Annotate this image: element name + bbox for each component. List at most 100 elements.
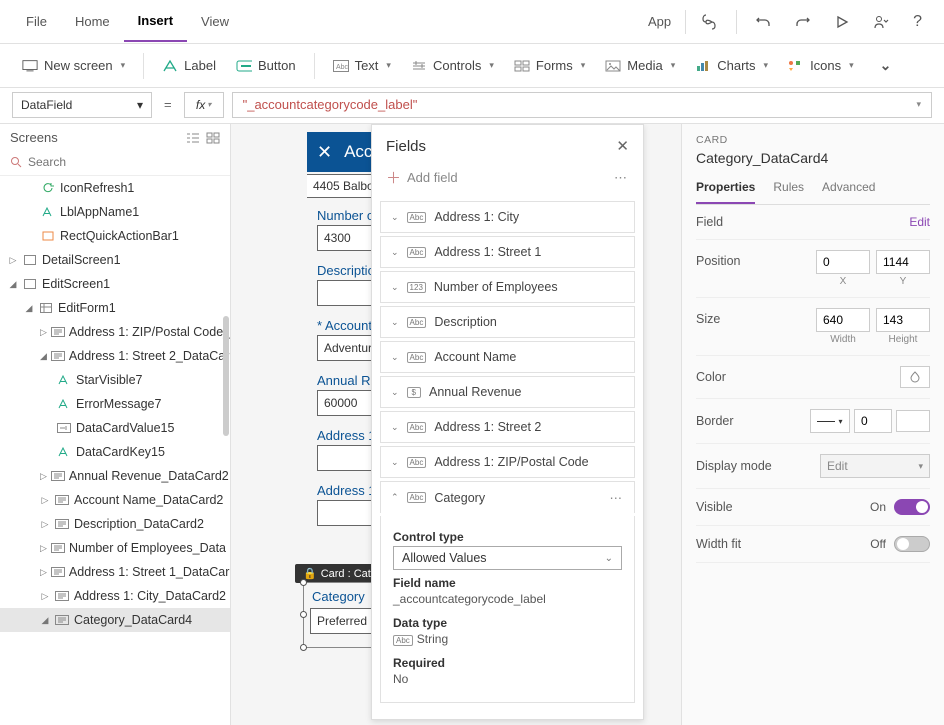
tree-item[interactable]: StarVisible7: [0, 368, 230, 392]
size-width-input[interactable]: [816, 308, 870, 332]
tab-advanced[interactable]: Advanced: [822, 176, 875, 204]
size-height-input[interactable]: [876, 308, 930, 332]
border-width-input[interactable]: [854, 409, 892, 433]
tree-item-card[interactable]: ▷Account Name_DataCard2: [0, 488, 230, 512]
canvas[interactable]: ✕ Acco 4405 Balbo Number of 4300Descript…: [231, 124, 681, 725]
field-item[interactable]: ⌄AbcAddress 1: City: [380, 201, 635, 233]
tree-item-screen[interactable]: ◢EditScreen1: [0, 272, 230, 296]
forms-label: Forms: [536, 58, 573, 73]
controls-label: Controls: [433, 58, 481, 73]
tree-item-card[interactable]: ▷Address 1: ZIP/Postal Code_: [0, 320, 230, 344]
property-selector[interactable]: DataField ▾: [12, 92, 152, 118]
tree-item[interactable]: ErrorMessage7: [0, 392, 230, 416]
close-icon[interactable]: ✕: [616, 137, 629, 155]
field-item[interactable]: ⌄AbcAddress 1: Street 1: [380, 236, 635, 268]
visible-toggle[interactable]: [894, 499, 930, 515]
ribbon-overflow[interactable]: ⌄: [870, 51, 902, 80]
display-mode-select[interactable]: Edit▾: [820, 454, 930, 478]
app-label[interactable]: App: [638, 8, 681, 35]
forms-dropdown[interactable]: Forms ▾: [504, 52, 595, 80]
media-dropdown[interactable]: Media ▾: [595, 52, 685, 80]
data-type-label: Data type: [393, 616, 622, 630]
tree-item[interactable]: LblAppName1: [0, 200, 230, 224]
chevron-down-icon: ⌄: [880, 57, 892, 74]
border-color-swatch[interactable]: [896, 410, 930, 432]
tree-item-card[interactable]: ▷Number of Employees_Data: [0, 536, 230, 560]
resize-handle[interactable]: [300, 611, 307, 618]
play-icon[interactable]: [825, 9, 859, 35]
label-button[interactable]: Label: [152, 52, 226, 80]
tree-item-card[interactable]: ▷Address 1: Street 1_DataCar: [0, 560, 230, 584]
tree-item-form[interactable]: ◢EditForm1: [0, 296, 230, 320]
charts-icon: [695, 58, 711, 74]
more-icon[interactable]: ⋯: [610, 490, 625, 505]
tree-item-screen[interactable]: ▷DetailScreen1: [0, 248, 230, 272]
help-icon[interactable]: ?: [903, 7, 932, 37]
chevron-right-icon: ▷: [40, 327, 47, 338]
menu-file[interactable]: File: [12, 2, 61, 41]
field-item-label: Account Name: [434, 350, 516, 364]
button-button[interactable]: Button: [226, 52, 306, 80]
icons-dropdown[interactable]: Icons ▾: [778, 52, 864, 80]
equals-sign: =: [160, 97, 176, 112]
field-item[interactable]: ⌄AbcAddress 1: Street 2: [380, 411, 635, 443]
control-type-dropdown[interactable]: Allowed Values ⌄: [393, 546, 622, 570]
tree-item-card[interactable]: ▷Annual Revenue_DataCard2: [0, 464, 230, 488]
tree-item[interactable]: DataCardKey15: [0, 440, 230, 464]
screens-search[interactable]: [0, 151, 230, 176]
thumbnail-view-icon[interactable]: [206, 132, 220, 144]
color-swatch[interactable]: [900, 366, 930, 388]
tree-item-card[interactable]: ▷Description_DataCard2: [0, 512, 230, 536]
position-y-input[interactable]: [876, 250, 930, 274]
chevron-down-icon: ⌄: [391, 352, 399, 363]
display-mode-label: Display mode: [696, 459, 772, 473]
undo-icon[interactable]: [745, 8, 781, 36]
border-style-dropdown[interactable]: ▾: [810, 409, 850, 433]
widthfit-toggle[interactable]: [894, 536, 930, 552]
label-icon: [56, 397, 72, 411]
type-badge: Abc: [407, 422, 427, 433]
more-icon[interactable]: ⋯: [614, 170, 629, 186]
redo-icon[interactable]: [785, 8, 821, 36]
field-item[interactable]: ⌄$Annual Revenue: [380, 376, 635, 408]
field-edit-link[interactable]: Edit: [909, 215, 930, 229]
tree-item[interactable]: DataCardValue15: [0, 416, 230, 440]
add-field-button[interactable]: ＋Add field: [386, 167, 458, 188]
position-x-input[interactable]: [816, 250, 870, 274]
share-icon[interactable]: [863, 8, 899, 36]
tree-item[interactable]: RectQuickActionBar1: [0, 224, 230, 248]
tree-item[interactable]: IconRefresh1: [0, 176, 230, 200]
field-item[interactable]: ⌄AbcAddress 1: ZIP/Postal Code: [380, 446, 635, 478]
scrollbar[interactable]: [223, 316, 229, 436]
menu-view[interactable]: View: [187, 2, 243, 41]
field-item-expanded[interactable]: ⌃ Abc Category ⋯: [380, 481, 635, 513]
tab-properties[interactable]: Properties: [696, 176, 755, 204]
formula-input[interactable]: "_accountcategorycode_label" ▾: [232, 92, 932, 118]
tree-item-card[interactable]: ◢Address 1: Street 2_DataCar: [0, 344, 230, 368]
fx-button[interactable]: fx ▾: [184, 92, 224, 118]
field-item-label: Address 1: Street 2: [434, 420, 541, 434]
new-screen-button[interactable]: New screen ▾: [12, 52, 135, 80]
field-item[interactable]: ⌄123Number of Employees: [380, 271, 635, 303]
field-item[interactable]: ⌄AbcDescription: [380, 306, 635, 338]
type-badge: Abc: [407, 492, 427, 503]
field-item[interactable]: ⌄AbcAccount Name: [380, 341, 635, 373]
app-checker-icon[interactable]: [690, 7, 728, 37]
search-input[interactable]: [28, 155, 220, 169]
close-icon[interactable]: ✕: [317, 142, 332, 163]
required-value: No: [393, 670, 622, 690]
chevron-down-icon: ⌄: [391, 247, 399, 258]
button-icon: [236, 58, 252, 74]
resize-handle[interactable]: [300, 644, 307, 651]
tree-view-icon[interactable]: [186, 132, 200, 144]
field-item-label: Description: [434, 315, 497, 329]
tab-rules[interactable]: Rules: [773, 176, 804, 204]
menu-insert[interactable]: Insert: [124, 1, 187, 42]
menu-home[interactable]: Home: [61, 2, 124, 41]
controls-dropdown[interactable]: Controls ▾: [401, 52, 504, 80]
text-dropdown[interactable]: Abc Text ▾: [323, 52, 401, 80]
tree-item-card-selected[interactable]: ◢Category_DataCard4: [0, 608, 230, 632]
resize-handle[interactable]: [300, 579, 307, 586]
charts-dropdown[interactable]: Charts ▾: [685, 52, 778, 80]
tree-item-card[interactable]: ▷Address 1: City_DataCard2: [0, 584, 230, 608]
